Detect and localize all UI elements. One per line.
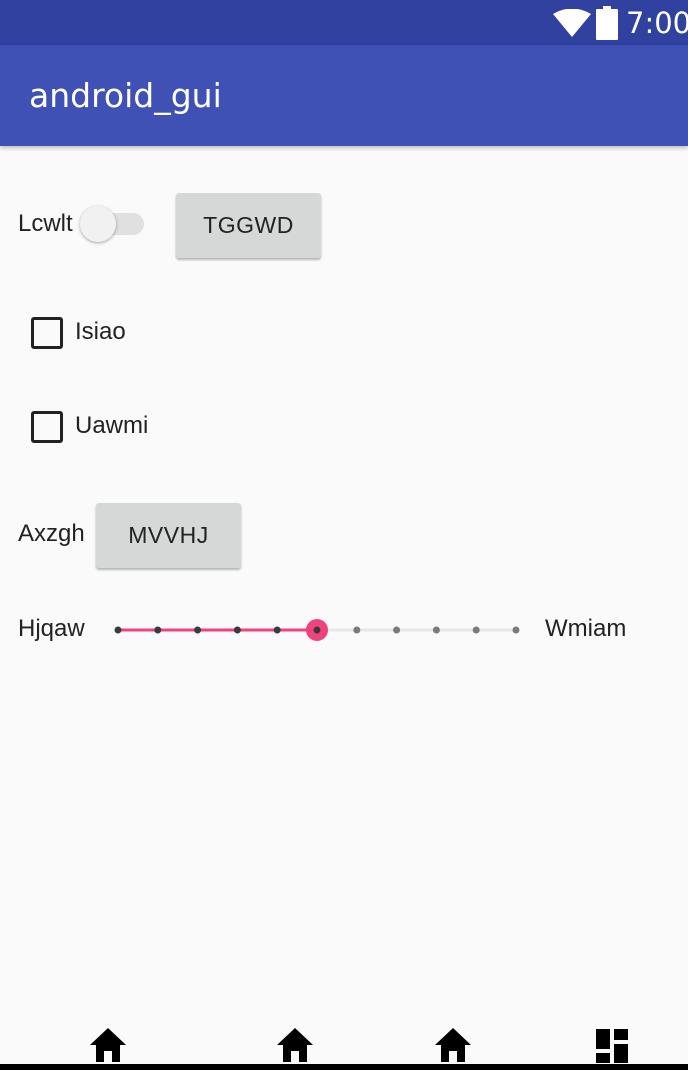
dashboard-icon[interactable] xyxy=(592,1026,632,1064)
mvvhj-button[interactable]: MVVHJ xyxy=(96,503,241,568)
navigation-bar-edge xyxy=(0,1064,688,1070)
slider-tick xyxy=(273,626,281,634)
bottom-nav xyxy=(0,1018,688,1070)
slider-right-label: Wmiam xyxy=(545,615,627,642)
uawmi-checkbox[interactable] xyxy=(31,411,63,443)
home-icon[interactable] xyxy=(433,1026,473,1064)
slider-tick xyxy=(313,626,321,634)
battery-icon xyxy=(596,6,618,40)
lcwlt-switch[interactable] xyxy=(80,205,146,243)
app-title: android_gui xyxy=(29,76,222,115)
slider-tick xyxy=(432,626,440,634)
slider-tick xyxy=(194,626,202,634)
home-icon[interactable] xyxy=(88,1026,128,1064)
wifi-icon xyxy=(553,9,591,37)
axzgh-label: Axzgh xyxy=(18,520,85,547)
switch-thumb xyxy=(80,206,116,242)
slider-tick xyxy=(353,626,361,634)
home-icon[interactable] xyxy=(275,1026,315,1064)
slider-tick xyxy=(154,626,162,634)
status-time: 7:00 xyxy=(626,6,688,40)
checkbox-label-isiao: Isiao xyxy=(75,318,126,345)
slider-tick xyxy=(472,626,480,634)
slider-tick xyxy=(233,626,241,634)
slider-tick xyxy=(512,626,520,634)
checkbox-label-uawmi: Uawmi xyxy=(75,412,149,439)
discrete-slider[interactable] xyxy=(108,610,528,650)
slider-left-label: Hjqaw xyxy=(18,615,85,642)
switch-label: Lcwlt xyxy=(18,210,73,237)
slider-tick xyxy=(393,626,401,634)
isiao-checkbox[interactable] xyxy=(31,317,63,349)
slider-tick xyxy=(114,626,122,634)
status-bar: 7:00 xyxy=(0,0,688,45)
tggwd-button[interactable]: TGGWD xyxy=(176,193,321,258)
app-bar: android_gui xyxy=(0,45,688,146)
